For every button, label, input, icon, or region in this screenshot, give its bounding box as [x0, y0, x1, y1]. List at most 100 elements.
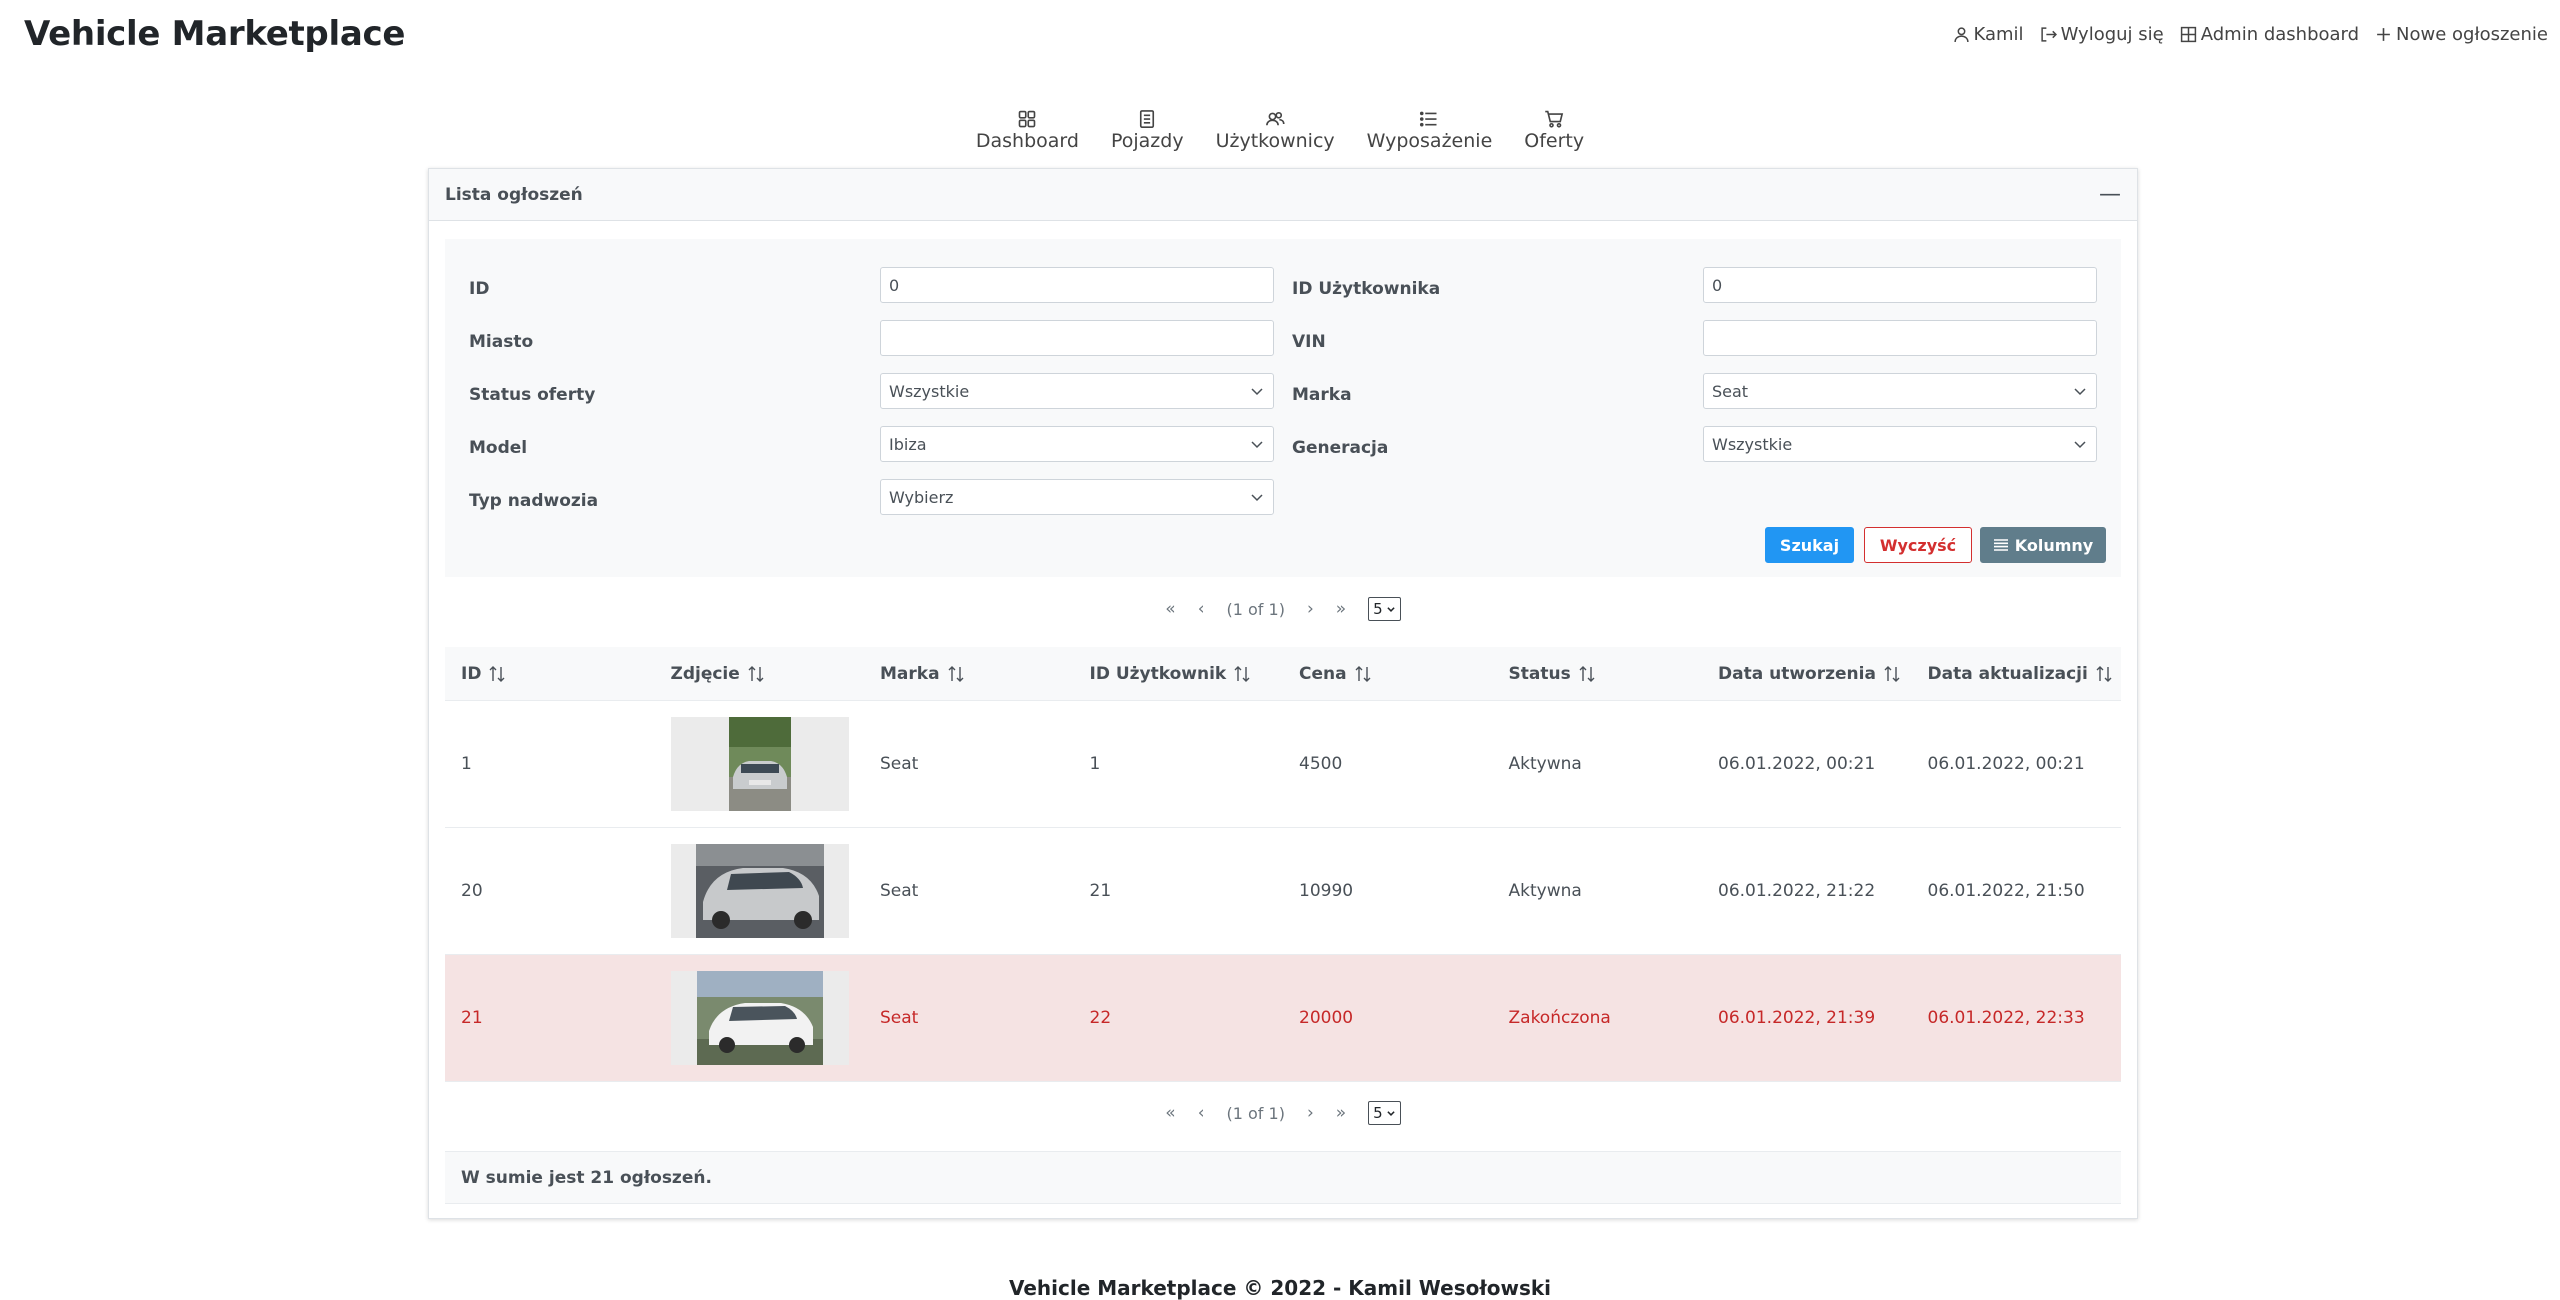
- column-header-label: Zdjęcie: [670, 663, 740, 684]
- vehicle-photo[interactable]: [670, 717, 849, 811]
- prev-page-button[interactable]: ‹: [1198, 1103, 1205, 1123]
- generation-label: Generacja: [1292, 438, 1389, 458]
- generation-select[interactable]: Wszystkie: [1703, 426, 2097, 462]
- search-button[interactable]: Szukaj: [1765, 527, 1854, 563]
- status-select[interactable]: Wszystkie: [880, 373, 1274, 409]
- sort-icon: [489, 665, 505, 682]
- last-page-button[interactable]: »: [1336, 599, 1346, 619]
- id-input[interactable]: [880, 267, 1274, 303]
- column-header-photo[interactable]: Zdjęcie: [655, 664, 865, 684]
- vin-input[interactable]: [1703, 320, 2097, 356]
- offers-panel: Lista ogłoszeń — ID ID Użytkownika Miast…: [428, 168, 2138, 1219]
- sort-icon: [1884, 665, 1900, 682]
- table-row[interactable]: 20 Seat 21 10990 Aktywna 06.01.2022, 21:…: [445, 828, 2121, 955]
- table-row[interactable]: 1 Seat 1 4500 Aktywna 06.01.2022, 00:21 …: [445, 701, 2121, 828]
- footer: Vehicle Marketplace © 2022 - Kamil Wesoł…: [1008, 1276, 1552, 1300]
- nav-vehicles-label: Pojazdy: [1110, 130, 1184, 152]
- rows-per-page-select[interactable]: 5: [1368, 597, 1401, 621]
- nav-dashboard[interactable]: Dashboard: [976, 109, 1079, 152]
- top-nav: Kamil Wyloguj się Admin dashboard Nowe o…: [1953, 24, 2548, 45]
- cell-id: 21: [461, 1008, 483, 1028]
- user-icon: [1953, 27, 1969, 43]
- sort-icon: [1355, 665, 1371, 682]
- page-report: (1 of 1): [1226, 1103, 1285, 1123]
- cell-id: 1: [461, 754, 472, 774]
- vin-label: VIN: [1292, 332, 1326, 352]
- admin-dashboard-link[interactable]: Admin dashboard: [2180, 24, 2359, 45]
- column-header-user-id[interactable]: ID Użytkownik: [1074, 664, 1284, 684]
- user-id-input[interactable]: [1703, 267, 2097, 303]
- column-header-created[interactable]: Data utworzenia: [1702, 664, 1912, 684]
- sort-icon: [1579, 665, 1595, 682]
- status-select-value: Wszystkie: [889, 381, 970, 401]
- sort-icon: [948, 665, 964, 682]
- clear-button[interactable]: Wyczyść: [1864, 527, 1972, 563]
- app-title[interactable]: Vehicle Marketplace: [24, 14, 405, 54]
- bars-icon: [1993, 539, 2008, 551]
- column-header-id[interactable]: ID: [445, 664, 655, 684]
- table-row[interactable]: 21 Seat 22 20000 Zakończona 06.01.2022, …: [445, 955, 2121, 1082]
- column-header-price[interactable]: Cena: [1283, 664, 1493, 684]
- nav-equipment[interactable]: Wyposażenie: [1366, 109, 1493, 152]
- paginator-bottom: « ‹ (1 of 1) › » 5: [429, 1101, 2137, 1125]
- nav-equipment-label: Wyposażenie: [1366, 130, 1493, 152]
- rows-per-page-value: 5: [1373, 600, 1383, 618]
- vehicle-photo[interactable]: [670, 971, 849, 1065]
- columns-button-label: Kolumny: [2014, 535, 2094, 555]
- body-type-select[interactable]: Wybierz: [880, 479, 1274, 515]
- sort-icon: [2096, 665, 2112, 682]
- last-page-button[interactable]: »: [1336, 1103, 1346, 1123]
- logout-link[interactable]: Wyloguj się: [2040, 24, 2164, 45]
- next-page-button[interactable]: ›: [1307, 1103, 1314, 1123]
- id-label: ID: [469, 279, 490, 299]
- panel-title: Lista ogłoszeń: [445, 184, 583, 205]
- cell-status: Aktywna: [1508, 754, 1582, 774]
- users-icon: [1266, 111, 1285, 126]
- chevron-down-icon: [2074, 441, 2086, 449]
- paginator-top: « ‹ (1 of 1) › » 5: [429, 597, 2137, 621]
- grid-icon: [1019, 110, 1036, 128]
- chevron-down-icon: [1387, 1111, 1395, 1116]
- panel-header: Lista ogłoszeń —: [429, 169, 2137, 221]
- sort-icon: [748, 665, 764, 682]
- first-page-button[interactable]: «: [1165, 1103, 1175, 1123]
- nav-users[interactable]: Użytkownicy: [1216, 109, 1335, 152]
- list-icon: [1420, 111, 1437, 127]
- cell-price: 10990: [1299, 881, 1354, 901]
- rows-per-page-select[interactable]: 5: [1368, 1101, 1401, 1125]
- column-header-label: ID Użytkownik: [1089, 663, 1227, 684]
- page-report: (1 of 1): [1226, 599, 1285, 619]
- table-summary: W sumie jest 21 ogłoszeń.: [445, 1151, 2121, 1204]
- model-select[interactable]: Ibiza: [880, 426, 1274, 462]
- cell-user-id: 21: [1089, 881, 1112, 901]
- nav-vehicles[interactable]: Pojazdy: [1111, 109, 1184, 152]
- column-header-brand[interactable]: Marka: [864, 664, 1074, 684]
- column-header-updated[interactable]: Data aktualizacji: [1912, 664, 2122, 684]
- nav-offers[interactable]: Oferty: [1524, 109, 1584, 152]
- column-header-label: ID: [461, 663, 482, 684]
- column-header-label: Cena: [1299, 663, 1347, 684]
- cell-user-id: 22: [1089, 1008, 1112, 1028]
- chevron-down-icon: [1387, 607, 1395, 612]
- collapse-button[interactable]: —: [2099, 183, 2121, 206]
- brand-select[interactable]: Seat: [1703, 373, 2097, 409]
- document-icon: [1140, 110, 1155, 128]
- city-input[interactable]: [880, 320, 1274, 356]
- cart-icon: [1545, 110, 1564, 128]
- new-offer-link[interactable]: Nowe ogłoszenie: [2375, 24, 2548, 45]
- column-header-label: Marka: [880, 663, 940, 684]
- vehicle-photo[interactable]: [670, 844, 849, 938]
- columns-button[interactable]: Kolumny: [1980, 527, 2106, 563]
- nav-users-label: Użytkownicy: [1215, 130, 1335, 152]
- cell-price: 4500: [1299, 754, 1343, 774]
- cell-status: Zakończona: [1508, 1008, 1611, 1028]
- main-nav: Dashboard Pojazdy Użytkownicy Wyposażeni…: [0, 109, 2560, 152]
- prev-page-button[interactable]: ‹: [1198, 599, 1205, 619]
- first-page-button[interactable]: «: [1165, 599, 1175, 619]
- user-link[interactable]: Kamil: [1953, 24, 2024, 45]
- next-page-button[interactable]: ›: [1307, 599, 1314, 619]
- column-header-status[interactable]: Status: [1493, 664, 1703, 684]
- logout-label: Wyloguj się: [2060, 24, 2164, 45]
- new-offer-label: Nowe ogłoszenie: [2396, 24, 2548, 45]
- nav-offers-label: Oferty: [1524, 130, 1585, 152]
